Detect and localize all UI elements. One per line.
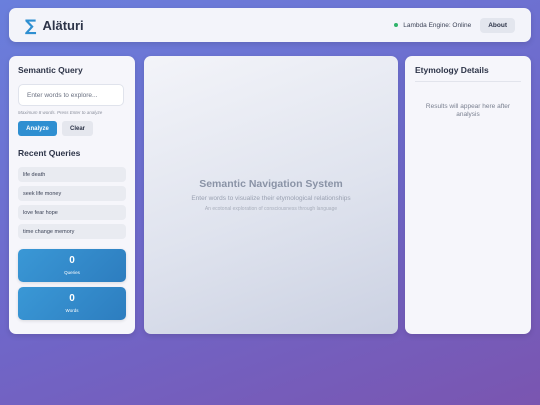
visualization-note: An ecotonal exploration of consciousness…: [204, 206, 338, 212]
recent-queries-heading: Recent Queries: [18, 148, 81, 158]
etymology-panel: Etymology Details Results will appear he…: [405, 56, 531, 334]
recent-query-item[interactable]: time change memory: [18, 224, 126, 239]
queries-stat-card: 0 Queries: [18, 249, 126, 282]
about-button[interactable]: About: [480, 17, 515, 33]
analyze-button[interactable]: Analyze: [18, 121, 57, 136]
sigma-icon: ∑: [25, 15, 37, 35]
engine-status-text: Lambda Engine: Online: [403, 21, 472, 29]
queries-label: Queries: [64, 270, 80, 275]
words-label: Words: [65, 308, 79, 313]
status-indicator-icon: [394, 23, 399, 27]
app-header: ∑ Aläturi Lambda Engine: Online About: [9, 8, 531, 42]
query-actions: Analyze Clear: [18, 121, 126, 136]
queries-count: 0: [69, 255, 75, 266]
recent-queries-list: life death seek life money love fear hop…: [18, 167, 126, 239]
semantic-query-heading: Semantic Query: [18, 65, 83, 75]
etymology-header: Etymology Details: [415, 65, 521, 82]
etymology-details-heading: Etymology Details: [415, 65, 489, 75]
results-placeholder: Results will appear here after analysis: [425, 103, 511, 118]
input-hint: Maximum 8 words. Press Enter to analyze: [18, 110, 103, 115]
words-stat-card: 0 Words: [18, 287, 126, 320]
visualization-subtitle: Enter words to visualize their etymologi…: [191, 195, 351, 202]
clear-button[interactable]: Clear: [62, 121, 93, 136]
query-panel: Semantic Query Maximum 8 words. Press En…: [9, 56, 135, 334]
recent-query-item[interactable]: seek life money: [18, 186, 126, 201]
words-count: 0: [69, 293, 75, 304]
visualization-title: Semantic Navigation System: [199, 178, 343, 190]
header-actions: Lambda Engine: Online About: [394, 17, 515, 33]
logo[interactable]: ∑ Aläturi: [25, 16, 84, 35]
app-title: Aläturi: [42, 17, 84, 33]
query-input[interactable]: [18, 84, 124, 106]
visualization-panel[interactable]: Semantic Navigation System Enter words t…: [144, 56, 398, 334]
recent-query-item[interactable]: love fear hope: [18, 205, 126, 220]
recent-query-item[interactable]: life death: [18, 167, 126, 182]
